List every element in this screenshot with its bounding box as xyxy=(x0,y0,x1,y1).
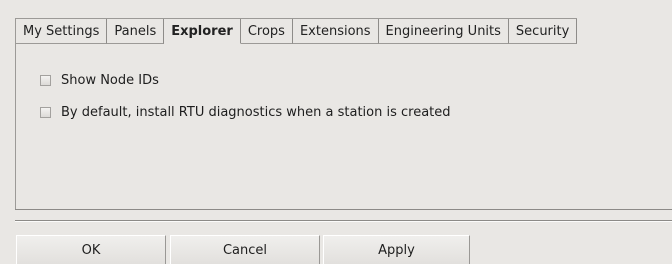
tab-my-settings[interactable]: My Settings xyxy=(16,19,108,44)
cancel-button[interactable]: Cancel xyxy=(170,235,320,264)
install-rtu-diagnostics-label: By default, install RTU diagnostics when… xyxy=(61,104,451,120)
tab-explorer[interactable]: Explorer xyxy=(164,19,241,44)
tab-security[interactable]: Security xyxy=(508,19,578,44)
show-node-ids-option[interactable]: Show Node IDs xyxy=(40,71,159,89)
settings-dialog: My Settings Panels Explorer Crops Extens… xyxy=(0,0,672,264)
tab-extensions[interactable]: Extensions xyxy=(292,19,379,44)
tab-panels[interactable]: Panels xyxy=(107,19,165,44)
show-node-ids-checkbox[interactable] xyxy=(40,74,51,86)
show-node-ids-label: Show Node IDs xyxy=(61,72,159,88)
panel-bottom-divider xyxy=(15,209,672,210)
install-rtu-diagnostics-option[interactable]: By default, install RTU diagnostics when… xyxy=(40,103,451,121)
ok-button[interactable]: OK xyxy=(16,235,166,264)
tab-crops[interactable]: Crops xyxy=(240,19,293,44)
tab-bar: My Settings Panels Explorer Crops Extens… xyxy=(15,18,578,44)
button-bar-divider-highlight xyxy=(15,221,672,222)
tab-engineering-units[interactable]: Engineering Units xyxy=(378,19,509,44)
apply-button[interactable]: Apply xyxy=(323,235,470,264)
explorer-panel: Show Node IDs By default, install RTU di… xyxy=(15,43,672,209)
install-rtu-diagnostics-checkbox[interactable] xyxy=(40,106,51,118)
